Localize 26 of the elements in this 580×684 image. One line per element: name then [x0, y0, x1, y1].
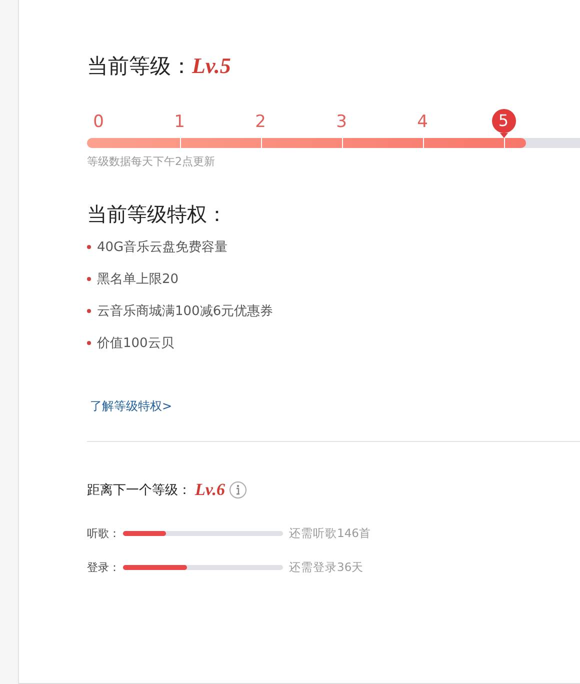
privileges-title: 当前等级特权：: [87, 201, 228, 228]
requirement-label: 登录：: [87, 560, 121, 575]
next-level-value: Lv.6: [195, 480, 226, 500]
level-tick-label: 1: [174, 112, 185, 132]
privilege-item: 云音乐商城满100减6元优惠券: [97, 303, 274, 320]
privileges-link[interactable]: 了解等级特权>: [90, 398, 172, 415]
requirement-remaining: 还需登录36天: [289, 560, 364, 575]
level-tick-label: 0: [93, 112, 104, 132]
bullet-icon: [87, 341, 91, 345]
level-tick-label: 3: [336, 112, 347, 132]
level-tick-label: 4: [417, 112, 428, 132]
privilege-item: 价值100云贝: [97, 335, 174, 352]
level-pin: 5: [492, 109, 516, 138]
bullet-icon: [87, 245, 91, 249]
bullet-icon: [87, 277, 91, 281]
bullet-icon: [87, 309, 91, 313]
current-level-value: Lv.5: [192, 53, 231, 79]
requirement-label: 听歌：: [87, 526, 121, 541]
privilege-item: 黑名单上限20: [97, 271, 179, 288]
privilege-item: 40G音乐云盘免费容量: [97, 239, 228, 256]
update-note: 等级数据每天下午2点更新: [87, 154, 216, 169]
current-level-label: 当前等级：: [87, 53, 192, 80]
next-level-label: 距离下一个等级：: [87, 482, 191, 499]
requirement-remaining: 还需听歌146首: [289, 526, 371, 541]
info-icon[interactable]: [229, 481, 248, 499]
level-tick-label: 2: [255, 112, 266, 132]
